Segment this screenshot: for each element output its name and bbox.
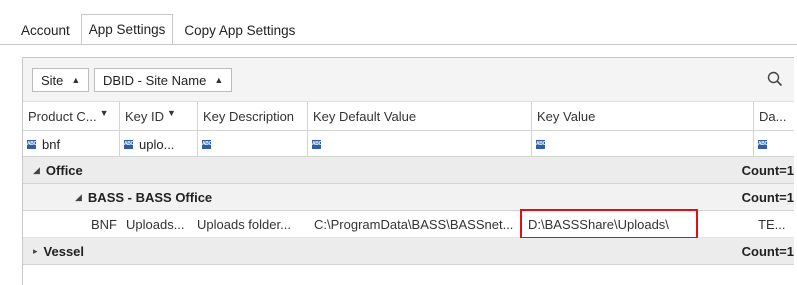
column-header-label: Product C...: [28, 109, 97, 124]
group-chip-label: DBID - Site Name: [103, 72, 207, 88]
group-panel: Site ▲ DBID - Site Name ▲: [23, 58, 794, 102]
tab-divider: [0, 44, 797, 45]
cell-product-code: BNF: [91, 217, 117, 232]
filter-icon[interactable]: ▼: [167, 108, 176, 118]
cell-key-default-value: C:\ProgramData\BASS\BASSnet...: [314, 217, 514, 232]
group-chip-label: Site: [41, 72, 64, 88]
group-row-office[interactable]: ◢ Office Count=1: [23, 157, 794, 184]
filter-cell-key-id[interactable]: ABC uplo...: [120, 131, 198, 157]
group-chip-dbid-site-name[interactable]: DBID - Site Name ▲: [94, 68, 233, 92]
text-filter-icon: ABC: [536, 139, 546, 149]
column-header-key-value[interactable]: Key Value: [532, 102, 754, 131]
cell-key-description: Uploads folder...: [197, 217, 291, 232]
filter-cell-key-default-value[interactable]: ABC: [308, 131, 532, 157]
group-label: Office: [45, 162, 83, 178]
tab-label: Copy App Settings: [184, 22, 296, 38]
tab-copy-app-settings[interactable]: Copy App Settings: [177, 16, 302, 44]
tab-label: Account: [21, 22, 70, 38]
filter-cell-product-code[interactable]: ABC bnf: [23, 131, 120, 157]
tab-account[interactable]: Account: [14, 16, 77, 44]
column-header-key-id[interactable]: Key ID ▼: [120, 102, 198, 131]
filter-cell-key-value[interactable]: ABC: [532, 131, 754, 157]
app-settings-grid-panel: Site ▲ DBID - Site Name ▲ Product C... ▼ …: [22, 57, 794, 285]
filter-value: uplo...: [139, 136, 175, 152]
text-filter-icon: ABC: [27, 139, 37, 149]
column-header-label: Key ID: [125, 109, 165, 124]
collapse-triangle-icon[interactable]: ◢: [33, 165, 40, 176]
group-chip-site[interactable]: Site ▲: [32, 68, 90, 92]
table-row[interactable]: BNF Uploads... Uploads folder... C:\Prog…: [23, 209, 794, 239]
tab-app-settings[interactable]: App Settings: [80, 14, 174, 45]
group-count: Count=1: [741, 190, 794, 205]
filter-row: ABC bnf ABC uplo... ABC ABC ABC ABC: [23, 131, 794, 157]
column-header-key-description[interactable]: Key Description: [198, 102, 308, 131]
cell-key-id: Uploads...: [126, 217, 185, 232]
group-count: Count=1: [741, 163, 794, 178]
text-filter-icon: ABC: [312, 139, 322, 149]
settings-grid: Product C... ▼ Key ID ▼ Key Description Ke…: [23, 102, 794, 265]
column-header-key-default-value[interactable]: Key Default Value: [308, 102, 532, 131]
expand-triangle-icon[interactable]: ▸: [33, 246, 38, 257]
sort-ascending-icon[interactable]: ▲: [71, 75, 80, 85]
group-label: Vessel: [43, 243, 85, 259]
group-row-bass-office[interactable]: ◢ BASS - BASS Office Count=1: [23, 184, 794, 211]
collapse-triangle-icon[interactable]: ◢: [75, 192, 82, 203]
tab-label: App Settings: [88, 22, 166, 37]
column-header-label: Key Description: [203, 109, 295, 124]
tab-strip: Account App Settings Copy App Settings: [14, 14, 302, 45]
text-filter-icon: ABC: [202, 139, 212, 149]
group-row-vessel[interactable]: ▸ Vessel Count=1: [23, 238, 794, 265]
grid-header: Product C... ▼ Key ID ▼ Key Description Ke…: [23, 102, 794, 131]
sort-ascending-icon[interactable]: ▲: [214, 75, 223, 85]
column-header-label: Da...: [759, 109, 787, 124]
filter-cell-data[interactable]: ABC: [754, 131, 795, 157]
column-header-label: Key Value: [537, 109, 596, 124]
text-filter-icon: ABC: [124, 139, 134, 149]
group-label: BASS - BASS Office: [87, 189, 213, 205]
cell-data: TE...: [758, 217, 786, 232]
filter-cell-key-description[interactable]: ABC: [198, 131, 308, 157]
search-icon[interactable]: [766, 70, 784, 88]
filter-icon[interactable]: ▼: [100, 108, 109, 118]
column-header-data[interactable]: Da...: [754, 102, 795, 131]
text-filter-icon: ABC: [758, 139, 768, 149]
filter-value: bnf: [42, 136, 61, 152]
key-value-highlight-box: [520, 209, 698, 239]
column-header-product-code[interactable]: Product C... ▼: [23, 102, 120, 131]
group-count: Count=1: [741, 244, 794, 259]
column-header-label: Key Default Value: [313, 109, 417, 124]
